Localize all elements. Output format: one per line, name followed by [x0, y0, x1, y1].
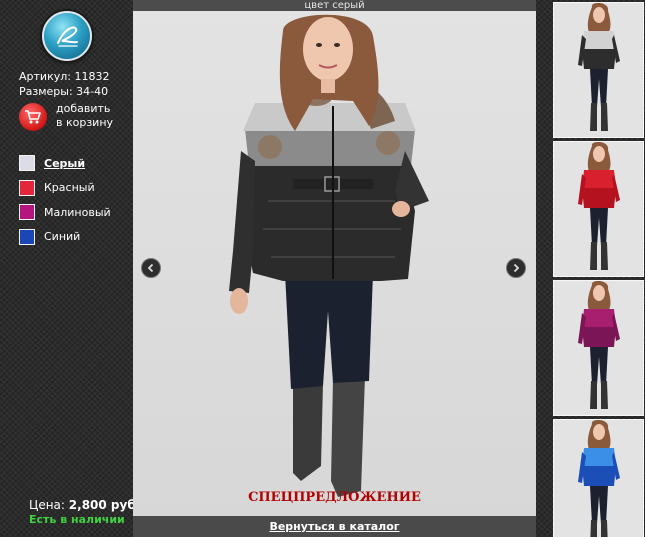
- color-option-blue[interactable]: Синий: [19, 228, 111, 245]
- color-swatch: [19, 204, 35, 220]
- product-photo: [133, 11, 536, 516]
- back-bar: Вернуться в каталог: [133, 516, 536, 537]
- chevron-left-icon: [147, 263, 154, 273]
- thumbnail-figure-image: [578, 142, 620, 270]
- chevron-right-icon: [513, 263, 520, 273]
- brand-logo[interactable]: [42, 11, 92, 61]
- color-option-magenta[interactable]: Малиновый: [19, 204, 111, 220]
- color-label: Синий: [44, 230, 81, 243]
- thumbnail-red[interactable]: [553, 141, 644, 277]
- color-options: Серый Красный Малиновый Синий: [19, 155, 111, 253]
- thumbnail-magenta[interactable]: [553, 280, 644, 416]
- product-viewer: цвет серый СПЕЦПРЕДЛОЖЕНИЕ Вернуться в к…: [133, 0, 536, 537]
- add-to-cart-label: добавить в корзину: [56, 102, 114, 129]
- thumbnail-figure-image: [578, 420, 620, 537]
- back-to-catalog-link[interactable]: Вернуться в каталог: [269, 520, 399, 533]
- price-value: 2,800 руб.: [68, 498, 141, 512]
- size-range: Размеры: 34-40: [19, 85, 109, 98]
- thumbnail-grey[interactable]: [553, 2, 644, 138]
- availability-status: Есть в наличии: [29, 513, 125, 526]
- thumbnail-blue[interactable]: [553, 419, 644, 537]
- color-swatch: [19, 228, 35, 245]
- price-label: Цена:: [29, 498, 65, 512]
- prev-image-button[interactable]: [141, 258, 161, 278]
- thumbnail-figure-image: [578, 281, 620, 409]
- model-figure-image: [229, 14, 429, 497]
- color-label: Серый: [44, 156, 86, 170]
- color-caption: цвет серый: [133, 0, 536, 11]
- next-image-button[interactable]: [506, 258, 526, 278]
- price: Цена: 2,800 руб.: [29, 498, 140, 512]
- color-label: Малиновый: [44, 205, 111, 219]
- article-number: Артикул: 11832: [19, 70, 110, 83]
- special-offer-label: СПЕЦПРЕДЛОЖЕНИЕ: [248, 490, 421, 505]
- color-swatch: [19, 179, 35, 196]
- logo-monogram-icon: [57, 26, 78, 47]
- color-swatch: [19, 155, 35, 171]
- color-option-grey[interactable]: Серый: [19, 155, 111, 171]
- thumbnail-figure-image: [578, 3, 620, 131]
- add-to-cart-button[interactable]: добавить в корзину: [19, 102, 119, 134]
- shopping-cart-icon: [19, 103, 47, 131]
- color-label: Красный: [44, 181, 95, 194]
- color-option-red[interactable]: Красный: [19, 179, 111, 196]
